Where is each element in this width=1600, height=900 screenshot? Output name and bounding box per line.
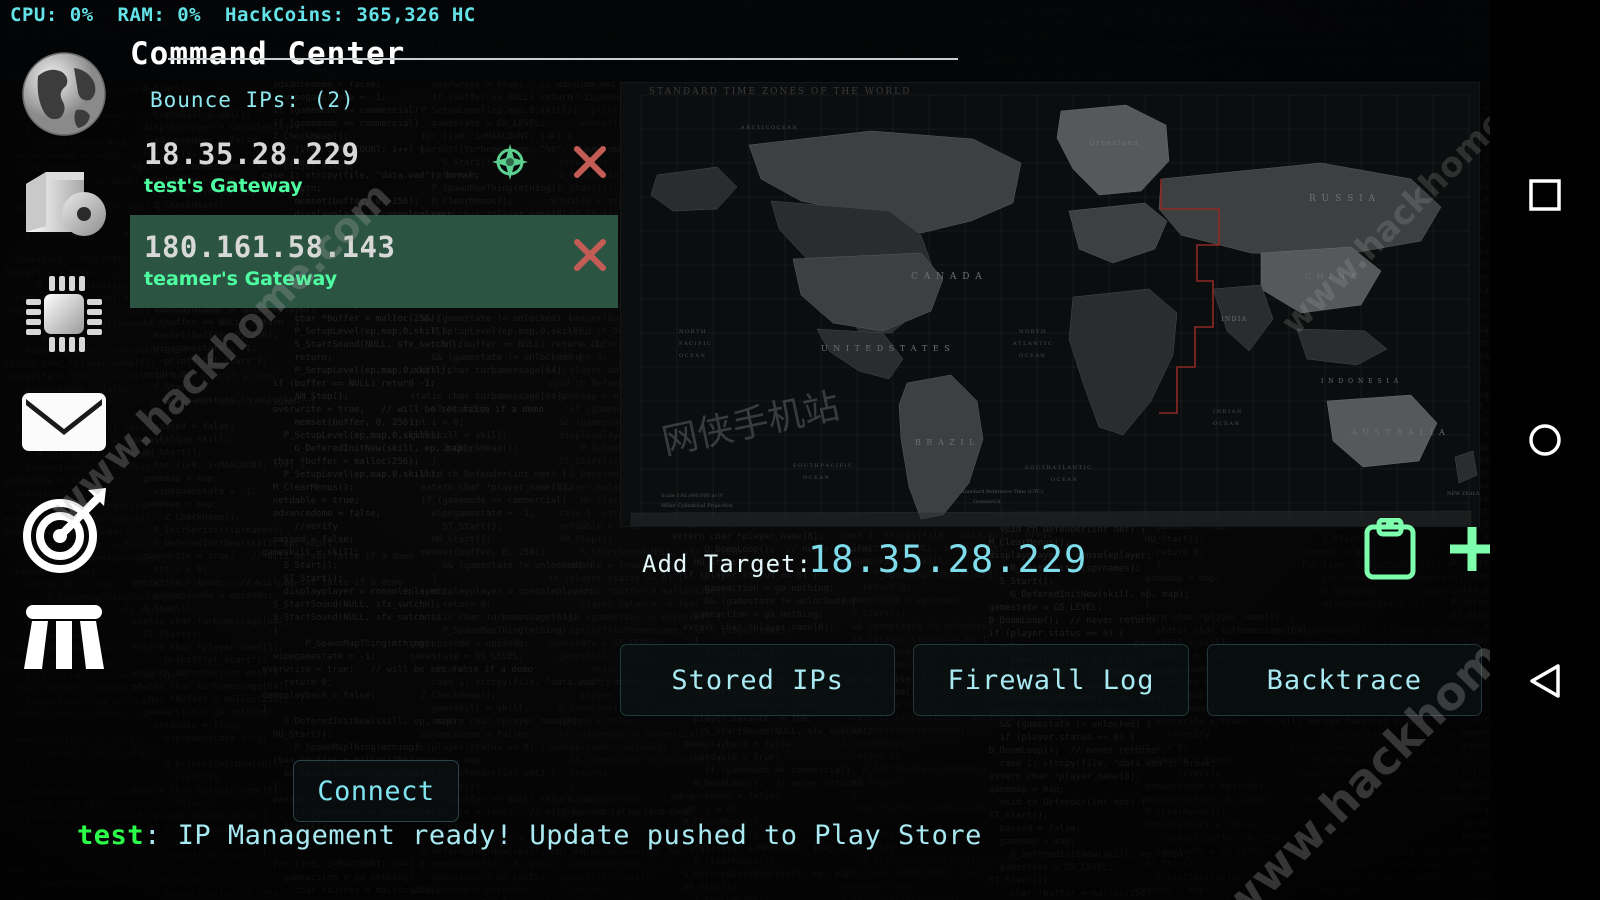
add-target-input[interactable]: 18.35.28.229 xyxy=(808,538,1087,581)
add-target-label: Add Target: xyxy=(642,550,812,578)
map-label-australia: A U S T R A L I A xyxy=(1350,428,1446,437)
locate-ip-button[interactable] xyxy=(488,140,532,184)
bounce-ip-row-actions xyxy=(488,140,612,184)
app-root: if (gamemode == commercial) ST_Start(); … xyxy=(0,0,1600,900)
close-x-icon xyxy=(574,239,606,271)
svg-text:N O R T H: N O R T H xyxy=(679,329,706,335)
globe-icon xyxy=(22,52,106,136)
backtrace-button[interactable]: Backtrace xyxy=(1206,644,1482,716)
map-label-india: INDIA xyxy=(1221,316,1248,323)
target-actions xyxy=(1362,517,1500,584)
action-button-row: Stored IPs Firewall Log Backtrace xyxy=(620,644,1482,716)
bounce-ip-list: 18.35.28.229 test's Gateway 180.161.58.1… xyxy=(130,122,618,308)
bounce-ip-row-0[interactable]: 18.35.28.229 test's Gateway xyxy=(130,122,618,215)
svg-text:O C E A N: O C E A N xyxy=(803,475,830,481)
svg-text:O C E A N: O C E A N xyxy=(1019,353,1046,359)
cpu-label: CPU: xyxy=(10,4,58,26)
svg-text:Standard Reference Time (UTC): Standard Reference Time (UTC) xyxy=(961,488,1043,495)
map-label-usa: U N I T E D S T A T E S xyxy=(821,344,951,353)
software-box-icon xyxy=(26,172,106,236)
bank-icon xyxy=(24,605,104,669)
mail-envelope-icon xyxy=(22,393,106,451)
cpu-value: 0% xyxy=(69,4,94,26)
map-label-brazil: B R A Z I L xyxy=(915,438,976,447)
svg-text:O C E A N: O C E A N xyxy=(1213,421,1240,427)
svg-text:I N D I A N: I N D I A N xyxy=(1213,409,1242,415)
square-icon xyxy=(1529,179,1561,211)
bounce-ip-row-actions xyxy=(568,233,612,277)
svg-text:O C E A N: O C E A N xyxy=(1051,477,1078,483)
cpu-chip-icon xyxy=(26,276,102,352)
ram-value: 0% xyxy=(177,4,202,26)
remove-ip-button[interactable] xyxy=(568,233,612,277)
crosshair-target-icon xyxy=(492,144,528,180)
bounce-ip-owner: teamer's Gateway xyxy=(144,268,338,290)
svg-text:Scale 1:81,000,000 at 0°: Scale 1:81,000,000 at 0° xyxy=(661,493,724,499)
sidebar-item-hardware[interactable] xyxy=(14,264,114,364)
sidebar-item-bank[interactable] xyxy=(14,588,114,688)
map-label-greenland: Greenland xyxy=(1089,139,1140,147)
svg-text:Miller Cylindrical Projection: Miller Cylindrical Projection xyxy=(661,503,734,509)
system-status-bar: CPU: 0% RAM: 0% HackCoins: 365,326 HC xyxy=(0,0,1490,30)
remove-ip-button[interactable] xyxy=(568,140,612,184)
sidebar-nav xyxy=(0,30,128,870)
status-log-line: test: IP Management ready! Update pushed… xyxy=(10,789,982,882)
svg-text:S O U T H P A C I F I C: S O U T H P A C I F I C xyxy=(793,463,852,469)
add-target-underline xyxy=(168,58,958,60)
hackcoins-value: 365,326 HC xyxy=(356,4,476,26)
svg-text:NEW ZEALAND: NEW ZEALAND xyxy=(1447,491,1480,497)
svg-text:N O R T H: N O R T H xyxy=(1019,329,1046,335)
map-label-indonesia: I N D O N E S I A xyxy=(1321,378,1400,385)
svg-text:A R C T I C O C E A N: A R C T I C O C E A N xyxy=(740,125,797,131)
sidebar-item-world[interactable] xyxy=(14,44,114,144)
back-button[interactable] xyxy=(1526,662,1564,704)
bounce-ip-address: 180.161.58.143 xyxy=(144,230,396,264)
stored-ips-button[interactable]: Stored IPs xyxy=(620,644,896,716)
clipboard-icon xyxy=(1364,517,1416,580)
sidebar-item-software[interactable] xyxy=(14,156,114,256)
triangle-back-icon xyxy=(1530,664,1560,698)
map-label-russia: R U S S I A xyxy=(1309,194,1377,204)
svg-text:O C E A N: O C E A N xyxy=(679,353,706,359)
recents-button[interactable] xyxy=(1528,178,1562,216)
ram-label: RAM: xyxy=(117,4,166,26)
svg-text:A T L A N T I C: A T L A N T I C xyxy=(1012,341,1052,347)
log-username: test xyxy=(77,820,145,851)
sidebar-item-missions[interactable] xyxy=(14,480,114,580)
page-title: Command Center xyxy=(130,36,406,72)
add-target-field[interactable]: Add Target: 18.35.28.229 xyxy=(636,536,1486,592)
paste-clipboard-button[interactable] xyxy=(1362,517,1418,584)
svg-text:Greenwich: Greenwich xyxy=(973,499,1001,505)
android-navigation-bar xyxy=(1490,0,1600,900)
svg-text:P A C I F I C: P A C I F I C xyxy=(679,341,711,347)
target-icon xyxy=(23,488,106,573)
circle-icon xyxy=(1529,424,1561,456)
svg-text:S O U T H A T L A N T I C: S O U T H A T L A N T I C xyxy=(1025,465,1091,471)
firewall-log-button[interactable]: Firewall Log xyxy=(913,644,1189,716)
close-x-icon xyxy=(574,146,606,178)
sidebar-item-mail[interactable] xyxy=(14,372,114,472)
bounce-ips-label: Bounce IPs: (2) xyxy=(150,88,355,112)
log-separator: : xyxy=(144,820,178,851)
home-button[interactable] xyxy=(1527,422,1563,462)
map-label-china: C H I N A xyxy=(1305,272,1358,281)
hackcoins-label: HackCoins: xyxy=(225,4,345,26)
log-message: IP Management ready! Update pushed to Pl… xyxy=(177,820,982,851)
bounce-ip-row-1[interactable]: 180.161.58.143 teamer's Gateway xyxy=(130,215,618,308)
world-map[interactable]: C A N A D A U N I T E D S T A T E S B R … xyxy=(620,82,1480,527)
map-title: STANDARD TIME ZONES OF THE WORLD xyxy=(649,87,912,97)
map-label-canada: C A N A D A xyxy=(911,272,983,282)
